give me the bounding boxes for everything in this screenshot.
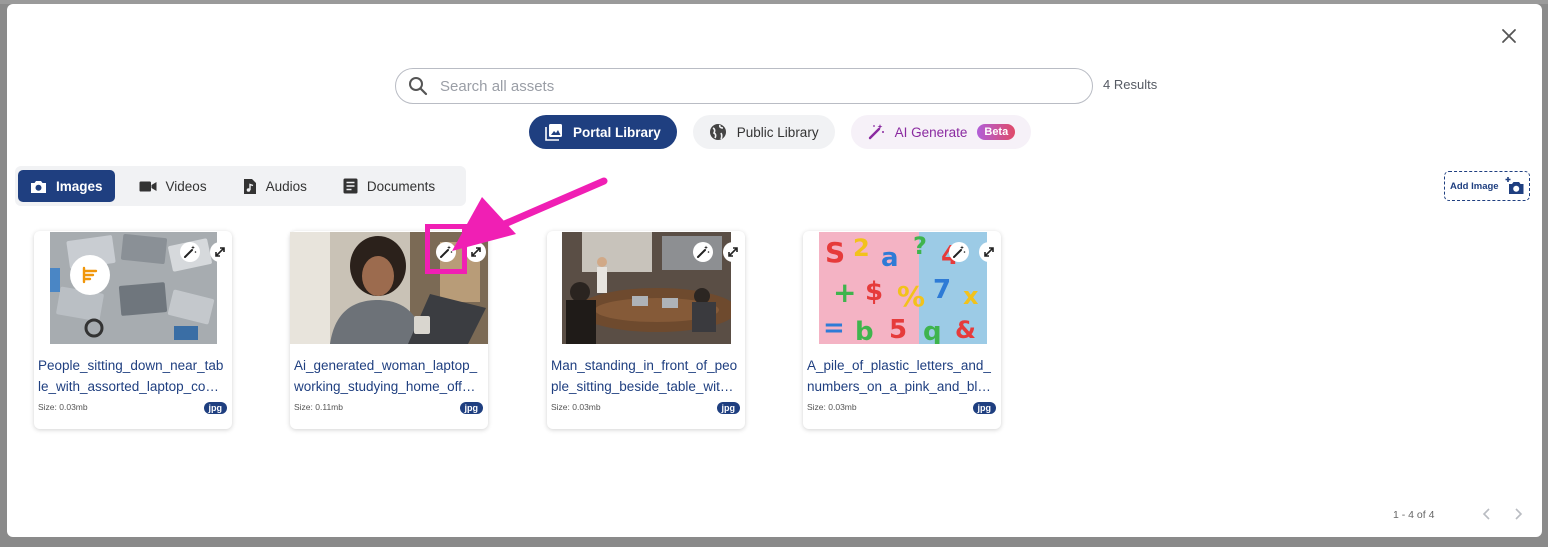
video-camera-icon: [139, 181, 157, 191]
next-page-button[interactable]: [1510, 506, 1526, 522]
expand-icon: [471, 247, 481, 257]
search-box[interactable]: [395, 68, 1093, 104]
asset-title-line2: ple_sitting_beside_table_wit…: [551, 379, 734, 394]
asset-title-line2: le_with_assorted_laptop_co…: [38, 379, 219, 394]
svg-text:+: +: [833, 276, 856, 309]
expand-button[interactable]: [466, 242, 486, 262]
asset-card[interactable]: People_sitting_down_near_tab le_with_ass…: [34, 231, 232, 429]
orange-logo-icon: [70, 255, 110, 295]
svg-text:5: 5: [889, 315, 907, 344]
tab-audios-label: Audios: [265, 178, 307, 194]
woman-laptop-photo: [290, 232, 488, 344]
magic-wand-icon: [440, 245, 453, 258]
magic-wand-icon: [697, 245, 710, 258]
add-photo-icon: [1505, 177, 1524, 194]
asset-title-line1: People_sitting_down_near_tab: [38, 358, 224, 373]
magic-wand-icon: [953, 245, 966, 258]
asset-title-line1: A_pile_of_plastic_letters_and_: [807, 358, 991, 373]
asset-picker-modal: 4 Results Portal Library Public Library: [7, 4, 1542, 537]
ai-edit-button[interactable]: [693, 242, 713, 262]
close-icon: [1502, 29, 1516, 43]
svg-text:x: x: [963, 282, 979, 310]
search-input[interactable]: [438, 76, 1092, 96]
search-icon: [409, 77, 428, 96]
tab-portal-library-label: Portal Library: [573, 124, 661, 140]
svg-text:q: q: [923, 317, 942, 344]
svg-text:&: &: [955, 316, 976, 344]
pagination-text: 1 - 4 of 4: [1393, 509, 1435, 521]
asset-title: People_sitting_down_near_tab le_with_ass…: [38, 355, 230, 397]
tab-documents-label: Documents: [366, 178, 436, 194]
ai-edit-button[interactable]: [436, 242, 456, 262]
expand-icon: [984, 247, 994, 257]
results-count: 4 Results: [1103, 77, 1158, 92]
svg-text:7: 7: [933, 275, 951, 305]
asset-size: Size: 0.03mb: [807, 402, 857, 412]
asset-type-tabs: Images Videos Audios Documents: [15, 166, 466, 206]
expand-icon: [728, 247, 738, 257]
tab-audios[interactable]: Audios: [231, 170, 319, 202]
chevron-right-icon: [1515, 508, 1523, 520]
tab-public-library-label: Public Library: [736, 124, 819, 140]
magic-wand-icon: [868, 124, 884, 140]
asset-card[interactable]: Ai_generated_woman_laptop_ working_study…: [290, 231, 488, 429]
svg-text:%: %: [897, 280, 925, 313]
tab-images[interactable]: Images: [18, 170, 115, 202]
svg-text:$: $: [865, 277, 883, 307]
close-button[interactable]: [1497, 24, 1521, 48]
camera-icon: [31, 180, 46, 193]
asset-size: Size: 0.11mb: [294, 402, 343, 412]
svg-text:b: b: [855, 317, 874, 344]
file-type-badge: jpg: [716, 402, 740, 414]
tab-ai-generate-label: AI Generate: [894, 124, 968, 140]
svg-text:S: S: [825, 236, 845, 269]
tab-documents[interactable]: Documents: [331, 170, 447, 202]
expand-button[interactable]: [723, 242, 743, 262]
tab-ai-generate[interactable]: AI Generate Beta: [850, 115, 1032, 149]
ai-edit-button[interactable]: [180, 242, 200, 262]
expand-icon: [215, 247, 225, 257]
asset-size: Size: 0.03mb: [551, 402, 601, 412]
asset-title: Man_standing_in_front_of_peo ple_sitting…: [551, 355, 743, 397]
svg-text:2: 2: [853, 234, 870, 262]
asset-card[interactable]: S 2 a ? 4 + $ % 7 x = b 5 q &: [803, 231, 1001, 429]
asset-card[interactable]: Man_standing_in_front_of_peo ple_sitting…: [547, 231, 745, 429]
tab-videos-label: Videos: [165, 178, 207, 194]
add-image-label: Add Image: [1450, 180, 1499, 192]
image-gallery-icon: [545, 124, 562, 141]
expand-button[interactable]: [210, 242, 230, 262]
tab-public-library[interactable]: Public Library: [692, 115, 835, 149]
library-tabs: Portal Library Public Library AI Generat…: [529, 115, 1032, 149]
asset-title-line1: Man_standing_in_front_of_peo: [551, 358, 738, 373]
ai-edit-button[interactable]: [949, 242, 969, 262]
svg-text:=: =: [823, 313, 845, 343]
globe-icon: [709, 124, 726, 140]
asset-title-line1: Ai_generated_woman_laptop_: [294, 358, 478, 373]
svg-text:?: ?: [913, 232, 927, 260]
svg-text:a: a: [881, 243, 899, 273]
file-type-badge: jpg: [459, 402, 483, 414]
tab-portal-library[interactable]: Portal Library: [529, 115, 677, 149]
add-image-button[interactable]: Add Image: [1444, 171, 1530, 201]
expand-button[interactable]: [979, 242, 999, 262]
tab-images-label: Images: [56, 178, 103, 194]
tab-videos[interactable]: Videos: [127, 170, 219, 202]
asset-title: A_pile_of_plastic_letters_and_ numbers_o…: [807, 355, 999, 397]
asset-title: Ai_generated_woman_laptop_ working_study…: [294, 355, 486, 397]
beta-badge: Beta: [977, 124, 1016, 140]
file-type-badge: jpg: [203, 402, 227, 414]
document-icon: [343, 178, 358, 194]
asset-thumbnail[interactable]: [290, 232, 488, 344]
asset-title-line2: numbers_on_a_pink_and_bl…: [807, 379, 991, 394]
magic-wand-icon: [184, 245, 197, 258]
music-file-icon: [243, 178, 256, 194]
file-type-badge: jpg: [972, 402, 996, 414]
asset-title-line2: working_studying_home_off…: [294, 379, 476, 394]
chevron-left-icon: [1482, 508, 1490, 520]
asset-size: Size: 0.03mb: [38, 402, 88, 412]
prev-page-button[interactable]: [1479, 506, 1495, 522]
